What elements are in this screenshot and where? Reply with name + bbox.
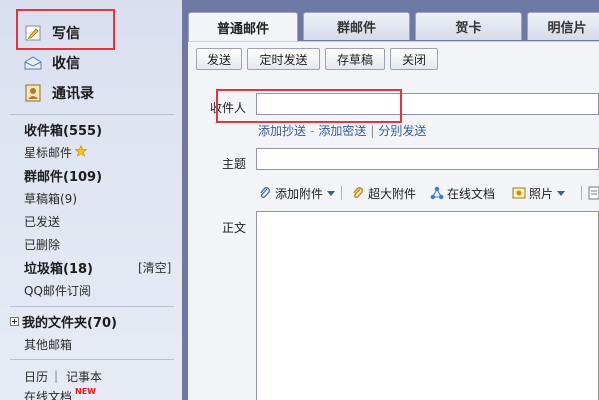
- online-docs-link[interactable]: 在线文档 NEW: [24, 386, 96, 400]
- compose-label: 写信: [52, 26, 80, 42]
- new-badge: NEW: [75, 386, 96, 396]
- tab-postcard[interactable]: 明信片: [527, 12, 599, 40]
- my-folders[interactable]: 我的文件夹(70): [10, 311, 117, 331]
- to-input[interactable]: [256, 93, 599, 115]
- divider: [341, 186, 342, 200]
- folder-spam[interactable]: 垃圾箱(18): [24, 257, 93, 277]
- folder-subscriptions-label: QQ邮件订阅: [24, 283, 91, 298]
- more-tools-button[interactable]: [587, 184, 599, 202]
- chevron-down-icon[interactable]: [557, 190, 566, 196]
- send-button[interactable]: 发送: [196, 48, 242, 70]
- add-attachment-button[interactable]: 添加附件: [258, 184, 336, 202]
- compose-panel: 发送 定时发送 存草稿 关闭 收件人 添加抄送 - 添加密送 | 分别发送 主题 添加附…: [188, 41, 599, 400]
- divider: [10, 306, 174, 307]
- star-icon: [74, 144, 88, 160]
- large-attachment-label: 超大附件: [368, 186, 417, 201]
- body-label: 正文: [222, 221, 247, 235]
- chevron-down-icon[interactable]: [327, 190, 336, 196]
- subject-input[interactable]: [256, 148, 599, 170]
- folder-drafts-label: 草稿箱(9): [24, 191, 77, 206]
- photo-button[interactable]: 照片: [512, 184, 566, 202]
- expand-plus-icon[interactable]: [10, 316, 19, 326]
- body-editor[interactable]: [256, 211, 599, 400]
- recipient-links: 添加抄送 - 添加密送 | 分别发送: [258, 122, 426, 139]
- pipe-separator: |: [370, 124, 375, 138]
- folder-drafts[interactable]: 草稿箱(9): [24, 188, 77, 208]
- folder-spam-label: 垃圾箱(18): [24, 261, 93, 277]
- other-mailbox-label: 其他邮箱: [24, 337, 73, 352]
- pipe-separator: |: [54, 369, 59, 383]
- tab-normal-mail[interactable]: 普通邮件: [188, 12, 298, 42]
- save-draft-button[interactable]: 存草稿: [325, 48, 385, 70]
- contacts-label: 通讯录: [52, 86, 94, 102]
- online-docs-label: 在线文档: [24, 389, 73, 400]
- folder-group-mail[interactable]: 群邮件(109): [24, 165, 102, 185]
- main-panel: 普通邮件 群邮件 贺卡 明信片 发送 定时发送 存草稿 关闭 收件人 添加抄送 -…: [182, 0, 599, 400]
- add-bcc-link[interactable]: 添加密送: [318, 124, 366, 138]
- my-folders-label: 我的文件夹(70): [22, 315, 117, 331]
- folder-starred[interactable]: 星标邮件: [24, 142, 88, 162]
- to-label: 收件人: [210, 101, 247, 115]
- document-icon: [587, 186, 599, 200]
- paperclip-large-icon: [351, 186, 365, 200]
- tab-greeting-card[interactable]: 贺卡: [415, 12, 522, 40]
- online-doc-label: 在线文档: [447, 186, 496, 201]
- calendar-label: 日历: [24, 369, 49, 384]
- contacts-button[interactable]: 通讯录: [24, 81, 94, 105]
- scheduled-send-button[interactable]: 定时发送: [247, 48, 320, 70]
- divider: [581, 186, 582, 200]
- clear-spam-link[interactable]: [清空]: [138, 257, 171, 277]
- inbox-label: 收信: [52, 56, 80, 72]
- dash-separator: -: [310, 124, 315, 138]
- calendar-link[interactable]: 日历: [24, 366, 48, 386]
- folder-inbox-label: 收件箱(555): [24, 123, 103, 139]
- photo-label: 照片: [529, 186, 554, 201]
- notebook-link[interactable]: 记事本: [66, 366, 102, 386]
- folder-deleted-label: 已删除: [24, 237, 61, 252]
- subject-label: 主题: [222, 157, 247, 171]
- contacts-icon: [24, 84, 42, 102]
- online-doc-button[interactable]: 在线文档: [430, 184, 495, 202]
- inbox-button[interactable]: 收信: [24, 51, 80, 75]
- share-nodes-icon: [430, 186, 444, 200]
- add-attachment-label: 添加附件: [275, 186, 324, 201]
- paperclip-icon: [258, 186, 272, 200]
- folder-deleted[interactable]: 已删除: [24, 234, 60, 254]
- pencil-icon: [24, 24, 42, 42]
- tab-group-mail[interactable]: 群邮件: [303, 12, 410, 40]
- folder-inbox[interactable]: 收件箱(555): [24, 119, 102, 139]
- large-attachment-button[interactable]: 超大附件: [351, 184, 416, 202]
- envelope-icon: [24, 54, 42, 72]
- folder-subscriptions[interactable]: QQ邮件订阅: [24, 280, 91, 300]
- close-button[interactable]: 关闭: [390, 48, 438, 70]
- separate-send-link[interactable]: 分别发送: [378, 124, 426, 138]
- divider: [10, 359, 174, 360]
- other-mailbox[interactable]: 其他邮箱: [24, 334, 72, 354]
- folder-sent[interactable]: 已发送: [24, 211, 60, 231]
- divider: [10, 114, 174, 115]
- add-cc-link[interactable]: 添加抄送: [258, 124, 306, 138]
- compose-button[interactable]: 写信: [24, 21, 80, 45]
- sidebar: 写信 收信 通讯录 收件箱(555) 星标邮件 群邮件(109) 草稿箱(9) …: [0, 0, 182, 400]
- folder-sent-label: 已发送: [24, 214, 61, 229]
- notebook-label: 记事本: [66, 369, 103, 384]
- folder-group-mail-label: 群邮件(109): [24, 169, 103, 185]
- folder-starred-label: 星标邮件: [24, 145, 73, 160]
- photo-icon: [512, 186, 526, 200]
